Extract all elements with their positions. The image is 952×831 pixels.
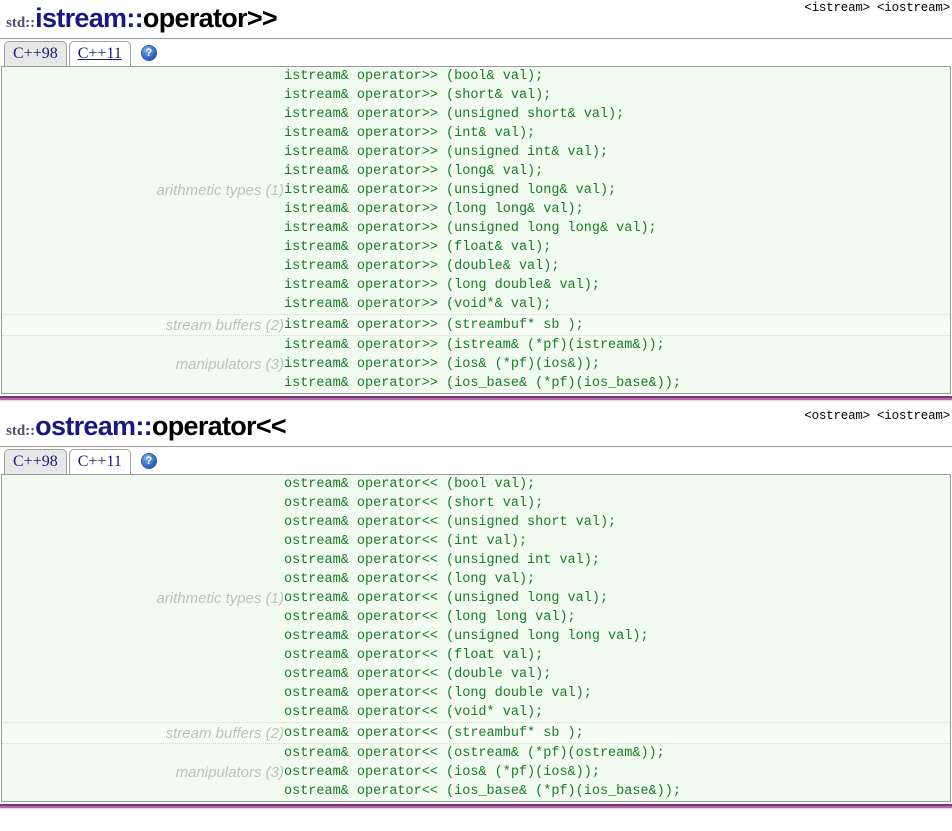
help-icon-glyph: ? bbox=[145, 455, 153, 467]
signature-line: ostream& operator<< (unsigned long long … bbox=[284, 629, 649, 644]
signature-line: istream& operator>> (int& val); bbox=[284, 126, 536, 141]
header-include-link[interactable]: <iostream> bbox=[877, 409, 950, 423]
reference-section: <istream> <iostream>std::istream::operato… bbox=[0, 0, 952, 408]
signature-panel: arithmetic types (1) istream& operator>> … bbox=[1, 66, 951, 394]
signature-group: manipulators (3) ostream& operator<< (ost… bbox=[2, 744, 950, 801]
signature-line: ostream& operator<< (unsigned short val)… bbox=[284, 515, 617, 530]
signature-line: istream& operator>> (unsigned int& val); bbox=[284, 145, 609, 160]
signature-panel: arithmetic types (1) ostream& operator<< … bbox=[1, 474, 951, 802]
signature-group: arithmetic types (1) istream& operator>> … bbox=[2, 67, 950, 315]
tab-cpp11[interactable]: C++11 bbox=[68, 41, 131, 66]
signature-table: arithmetic types (1) ostream& operator<< … bbox=[2, 475, 950, 801]
standard-version-tabs: C++98 C++11? bbox=[0, 447, 952, 474]
section-divider bbox=[0, 804, 952, 810]
group-label: stream buffers (2) bbox=[2, 315, 284, 335]
reference-page: <istream> <iostream> std::istream::operato… bbox=[0, 0, 952, 810]
group-label: arithmetic types (1) bbox=[156, 590, 284, 607]
signature-line: istream& operator>> (streambuf* sb ); bbox=[284, 317, 584, 333]
signature-line: istream& operator>> (ios_base& (*pf)(ios… bbox=[284, 376, 681, 391]
reference-section: <ostream> <iostream>std::ostream::operato… bbox=[0, 408, 952, 810]
header-include-link[interactable]: <ostream> bbox=[804, 409, 870, 423]
signature-line: istream& operator>> (unsigned long& val)… bbox=[284, 183, 617, 198]
signature-line: istream& operator>> (long double& val); bbox=[284, 278, 600, 293]
signature-group: arithmetic types (1) ostream& operator<< … bbox=[2, 475, 950, 723]
title-member: operator>> bbox=[142, 3, 278, 33]
signature-line: ostream& operator<< (long long val); bbox=[284, 610, 576, 625]
signature-line: istream& operator>> (istream& (*pf)(istr… bbox=[284, 338, 665, 353]
title-separator: :: bbox=[135, 411, 152, 441]
title-namespace: std:: bbox=[6, 423, 36, 439]
group-label: stream buffers (2) bbox=[2, 723, 284, 743]
signature-line: istream& operator>> (double& val); bbox=[284, 259, 560, 274]
signature-line: ostream& operator<< (short val); bbox=[284, 496, 544, 511]
title-class: istream bbox=[35, 3, 127, 33]
title-row: <ostream> <iostream>std::ostream::operato… bbox=[0, 408, 952, 446]
header-include-link[interactable]: <iostream> bbox=[877, 1, 950, 15]
signature-line: istream& operator>> (unsigned short& val… bbox=[284, 107, 625, 122]
signature-line: istream& operator>> (unsigned long long&… bbox=[284, 221, 657, 236]
signature-list: istream& operator>> (istream& (*pf)(istr… bbox=[284, 336, 950, 393]
group-label: manipulators (3) bbox=[175, 764, 284, 781]
signature-line: istream& operator>> (long long& val); bbox=[284, 202, 584, 217]
title-class: ostream bbox=[35, 411, 136, 441]
title-member: operator<< bbox=[151, 411, 287, 441]
signature-group: stream buffers (2) istream& operator>> (s… bbox=[2, 315, 950, 335]
signature-line: ostream& operator<< (ostream& (*pf)(ostr… bbox=[284, 746, 665, 761]
signature-line: istream& operator>> (ios& (*pf)(ios&)); bbox=[284, 357, 600, 372]
tab-cpp98[interactable]: C++98 bbox=[4, 41, 67, 66]
signature-line: ostream& operator<< (void* val); bbox=[284, 705, 544, 720]
header-includes: <istream> <iostream> bbox=[797, 1, 950, 15]
signature-line: ostream& operator<< (long val); bbox=[284, 572, 536, 587]
title-row: <istream> <iostream>std::istream::operato… bbox=[0, 0, 952, 38]
signature-line: ostream& operator<< (unsigned int val); bbox=[284, 553, 600, 568]
signature-line: ostream& operator<< (ios& (*pf)(ios&)); bbox=[284, 765, 600, 780]
tab-cpp11[interactable]: C++11 bbox=[68, 449, 131, 474]
header-includes: <ostream> <iostream> bbox=[797, 409, 950, 423]
help-icon[interactable]: ? bbox=[140, 45, 157, 61]
signature-line: ostream& operator<< (streambuf* sb ); bbox=[284, 725, 584, 741]
signature-list: istream& operator>> (streambuf* sb ); bbox=[284, 315, 950, 335]
signature-line: ostream& operator<< (ios_base& (*pf)(ios… bbox=[284, 784, 681, 799]
signature-line: istream& operator>> (short& val); bbox=[284, 88, 552, 103]
signature-list: ostream& operator<< (streambuf* sb ); bbox=[284, 723, 950, 743]
section-divider bbox=[0, 396, 952, 402]
divider-bar-light bbox=[0, 400, 952, 401]
signature-line: istream& operator>> (long& val); bbox=[284, 164, 544, 179]
help-icon[interactable]: ? bbox=[140, 453, 157, 469]
standard-version-tabs: C++98 C++11? bbox=[0, 39, 952, 66]
signature-table: arithmetic types (1) istream& operator>> … bbox=[2, 67, 950, 393]
title-namespace: std:: bbox=[6, 15, 36, 31]
signature-list: ostream& operator<< (ostream& (*pf)(ostr… bbox=[284, 744, 950, 801]
signature-line: istream& operator>> (bool& val); bbox=[284, 69, 544, 84]
divider-bar-light bbox=[0, 808, 952, 809]
signature-line: istream& operator>> (void*& val); bbox=[284, 297, 552, 312]
signature-line: istream& operator>> (float& val); bbox=[284, 240, 552, 255]
signature-line: ostream& operator<< (double val); bbox=[284, 667, 552, 682]
title-separator: :: bbox=[126, 3, 143, 33]
signature-list: ostream& operator<< (bool val); ostream& … bbox=[284, 475, 950, 723]
header-include-link[interactable]: <istream> bbox=[804, 1, 870, 15]
tab-cpp98[interactable]: C++98 bbox=[4, 449, 67, 474]
group-label: manipulators (3) bbox=[175, 356, 284, 373]
signature-line: ostream& operator<< (int val); bbox=[284, 534, 528, 549]
signature-list: istream& operator>> (bool& val); istream&… bbox=[284, 67, 950, 315]
group-label: arithmetic types (1) bbox=[156, 182, 284, 199]
signature-line: ostream& operator<< (long double val); bbox=[284, 686, 592, 701]
signature-line: ostream& operator<< (bool val); bbox=[284, 477, 536, 492]
signature-group: manipulators (3) istream& operator>> (ist… bbox=[2, 336, 950, 393]
signature-line: ostream& operator<< (unsigned long val); bbox=[284, 591, 609, 606]
signature-group: stream buffers (2) ostream& operator<< (s… bbox=[2, 723, 950, 743]
help-icon-glyph: ? bbox=[145, 47, 153, 59]
signature-line: ostream& operator<< (float val); bbox=[284, 648, 544, 663]
